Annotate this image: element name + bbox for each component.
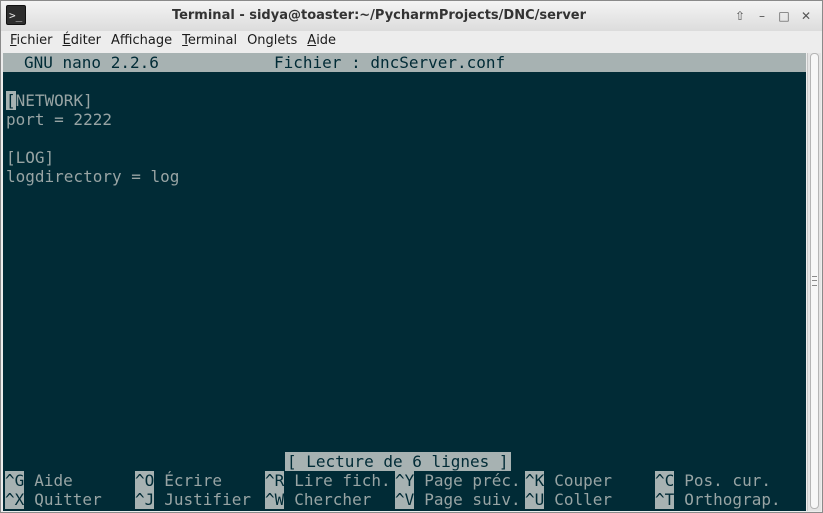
shortcut-ecrire: ^O Écrire: [135, 471, 222, 490]
shortcut-coller-key: ^U: [525, 490, 545, 509]
shortcut-couper: ^K Couper: [525, 471, 612, 490]
menu-bar: Fichier Éditer Affichage Terminal Onglet…: [1, 31, 822, 51]
scrollbar-grip-icon: [812, 276, 817, 286]
shortcut-lire-fich: ^R Lire fich.: [265, 471, 391, 490]
nano-file-label: Fichier : dncServer.conf: [274, 53, 506, 72]
menu-aide-mnemonic: A: [307, 33, 317, 48]
maximize-button[interactable]: □: [774, 6, 794, 26]
shortcut-quitter-key: ^X: [5, 490, 25, 509]
shortcut-couper-label: Couper: [554, 471, 613, 490]
title-bar[interactable]: >_ Terminal - sidya@toaster:~/PycharmPro…: [1, 1, 822, 32]
menu-aide-label: ide: [316, 33, 337, 48]
shortcut-page-prec-label: Page préc.: [424, 471, 521, 490]
menu-affichage[interactable]: Affichage: [106, 31, 177, 51]
terminal-area[interactable]: GNU nano 2.2.6 Fichier : dncServer.conf …: [3, 53, 806, 511]
shortcut-orthograp: ^T Orthograp.: [655, 490, 781, 509]
shortcut-page-suiv-key: ^V: [395, 490, 415, 509]
shortcut-justifier-key: ^J: [135, 490, 155, 509]
shortcut-coller-label: Coller: [554, 490, 613, 509]
nano-version: GNU nano 2.2.6: [24, 53, 159, 72]
window-title: Terminal - sidya@toaster:~/PycharmProjec…: [171, 8, 587, 23]
menu-aide[interactable]: Aide: [302, 31, 341, 51]
shortcut-pos-cur-key: ^C: [655, 471, 675, 490]
shortcut-page-prec-key: ^Y: [395, 471, 415, 490]
roll-up-button[interactable]: ⇧: [730, 6, 750, 26]
shortcut-page-suiv-label: Page suiv.: [424, 490, 521, 509]
shortcut-aide-label: Aide: [34, 471, 73, 490]
shortcut-quitter-label: Quitter: [34, 490, 102, 509]
vertical-scrollbar[interactable]: [807, 53, 821, 511]
nano-status-message: [ Lecture de 6 lignes ]: [285, 452, 511, 471]
menu-editer-mnemonic: É: [62, 33, 71, 48]
shortcut-pos-cur-label: Pos. cur.: [684, 471, 771, 490]
shortcut-chercher-label: Chercher: [294, 490, 372, 509]
shortcut-coller: ^U Coller: [525, 490, 612, 509]
shortcut-ecrire-key: ^O: [135, 471, 155, 490]
shortcut-orthograp-key: ^T: [655, 490, 675, 509]
close-button[interactable]: ✕: [796, 6, 816, 26]
editor-line-1-text: NETWORK]: [15, 91, 93, 110]
text-cursor: [: [6, 91, 16, 110]
shortcut-chercher: ^W Chercher: [265, 490, 371, 509]
shortcut-couper-key: ^K: [525, 471, 545, 490]
menu-fichier[interactable]: Fichier: [1, 31, 58, 51]
window-controls: ⇧ – □ ✕: [730, 6, 816, 26]
shortcut-page-suiv: ^V Page suiv.: [395, 490, 521, 509]
shortcut-pos-cur: ^C Pos. cur.: [655, 471, 771, 490]
shortcut-justifier: ^J Justifier: [135, 490, 251, 509]
shortcut-page-prec: ^Y Page préc.: [395, 471, 521, 490]
shortcut-chercher-key: ^W: [265, 490, 285, 509]
shortcut-ecrire-label: Écrire: [164, 471, 223, 490]
scrollbar-thumb[interactable]: [810, 53, 819, 509]
shortcut-lire-fich-label: Lire fich.: [294, 471, 391, 490]
editor-line-1: [NETWORK]: [6, 91, 93, 110]
minimize-button[interactable]: –: [752, 6, 772, 26]
menu-fichier-label: ichier: [16, 33, 53, 48]
shortcut-lire-fich-key: ^R: [265, 471, 285, 490]
editor-line-5: logdirectory = log: [6, 167, 180, 186]
menu-terminal-label: erminal: [187, 33, 238, 48]
menu-onglets-label: Onglets: [247, 33, 298, 48]
nano-header-bar: GNU nano 2.2.6 Fichier : dncServer.conf: [3, 53, 806, 72]
shortcut-quitter: ^X Quitter: [5, 490, 102, 509]
menu-affichage-label: Affichage: [111, 33, 173, 48]
editor-line-2: port = 2222: [6, 110, 112, 129]
menu-editer[interactable]: Éditer: [58, 31, 107, 51]
menu-editer-label: diter: [70, 33, 102, 48]
shortcut-aide-key: ^G: [5, 471, 25, 490]
terminal-window: >_ Terminal - sidya@toaster:~/PycharmPro…: [0, 0, 823, 513]
menu-terminal[interactable]: Terminal: [177, 31, 242, 51]
shortcut-aide: ^G Aide: [5, 471, 73, 490]
menu-onglets[interactable]: Onglets: [242, 31, 302, 51]
shortcut-orthograp-label: Orthograp.: [684, 490, 781, 509]
shortcut-justifier-label: Justifier: [164, 490, 251, 509]
editor-line-4: [LOG]: [6, 148, 55, 167]
